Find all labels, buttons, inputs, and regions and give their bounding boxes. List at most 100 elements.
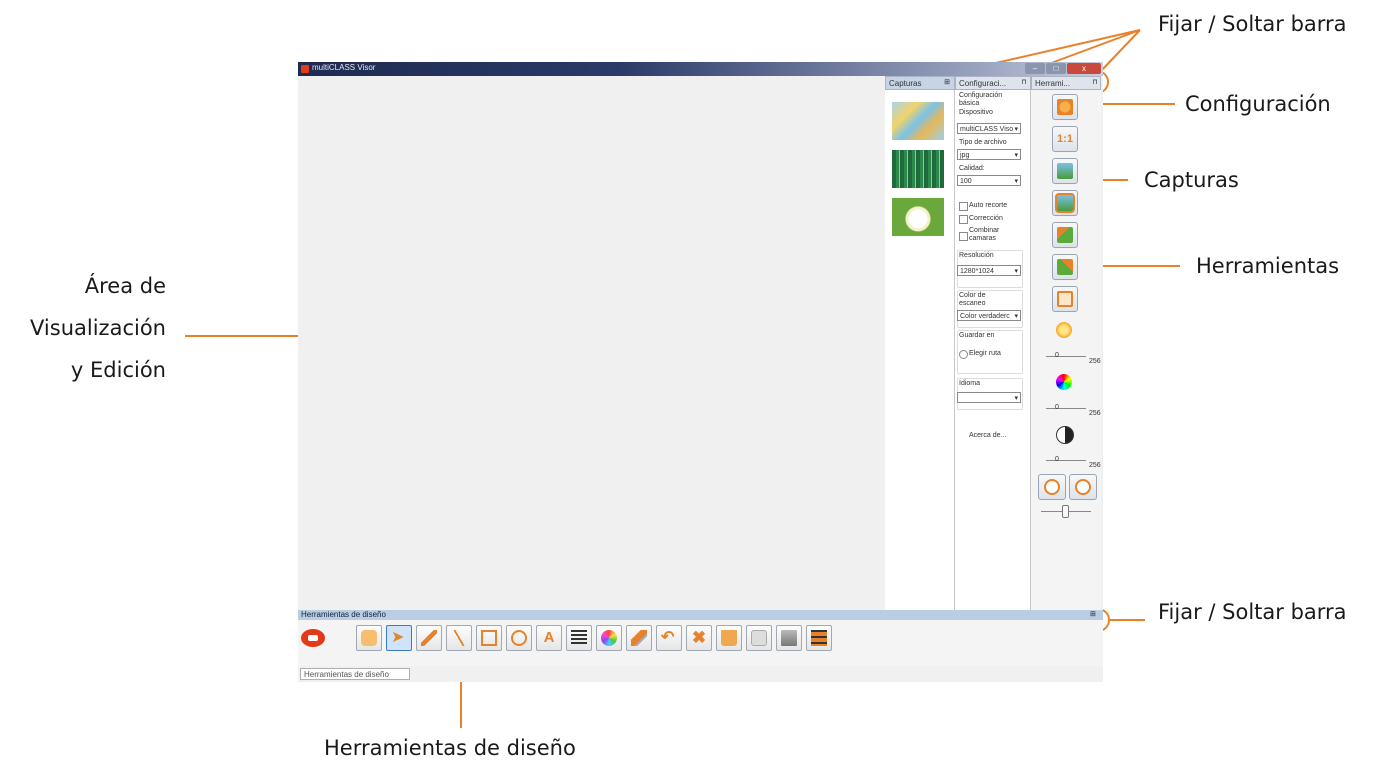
title-bar[interactable]: multiCLASS Visor – □ x — [298, 62, 1103, 76]
tab-capturas[interactable]: Capturas ⊞ — [885, 76, 955, 90]
zoom-in-button[interactable] — [1069, 474, 1097, 500]
quality-select[interactable]: 100 — [957, 175, 1021, 187]
line-tool-button[interactable] — [446, 625, 472, 651]
rotate-right-icon — [1057, 259, 1073, 275]
annotation-pin-bottom: Fijar / Soltar barra — [1158, 600, 1347, 624]
elegir-ruta-label: Elegir ruta — [969, 350, 1001, 357]
tools-panel: 1:1 0 256 0 256 0 256 — [1031, 90, 1101, 610]
contrast-slider[interactable] — [1046, 460, 1086, 461]
brightness-min: 0 — [1055, 352, 1059, 359]
zoom-in-icon — [1075, 479, 1091, 495]
design-tools-bar: Herramientas de diseño ⊞ — [298, 610, 1103, 620]
color-slider[interactable] — [1046, 408, 1086, 409]
tab-herramientas-label: Herrami... — [1035, 79, 1071, 88]
config-basic-line1: Configuración — [959, 92, 1003, 99]
tab-herramientas[interactable]: Herrami... ⊓ — [1031, 76, 1101, 90]
pin-icon[interactable]: ⊓ — [1090, 78, 1100, 88]
close-button[interactable]: x — [1067, 63, 1101, 74]
crop-button[interactable] — [1052, 286, 1078, 312]
annotation-area-line2: Visualización — [30, 316, 166, 340]
rotate-right-button[interactable] — [1052, 254, 1078, 280]
delete-selection-button[interactable]: ✖ — [686, 625, 712, 651]
about-link[interactable]: Acerca de... — [969, 432, 1006, 439]
capture-button[interactable] — [1052, 94, 1078, 120]
ellipse-tool-button[interactable] — [506, 625, 532, 651]
rectangle-tool-button[interactable] — [476, 625, 502, 651]
capture-thumbnail[interactable] — [892, 150, 944, 188]
annotation-pin-top: Fijar / Soltar barra — [1158, 12, 1347, 36]
camera-icon — [1057, 99, 1073, 115]
color-min: 0 — [1055, 404, 1059, 411]
undo-icon: ↶ — [661, 629, 675, 646]
line-icon — [451, 630, 467, 646]
pencil-icon — [421, 630, 437, 646]
app-icon — [301, 65, 309, 73]
hand-tool-button[interactable] — [356, 625, 382, 651]
brightness-button[interactable] — [1052, 318, 1078, 344]
view-edit-area[interactable] — [300, 76, 886, 610]
auto-recorte-label: Auto recorte — [969, 202, 1008, 209]
device-select[interactable]: multiCLASS Viso — [957, 123, 1021, 135]
trash-icon — [721, 630, 737, 646]
pin-icon[interactable]: ⊓ — [1019, 78, 1029, 88]
palette-icon — [601, 630, 617, 646]
color-palette-button[interactable] — [596, 625, 622, 651]
pin-icon[interactable]: ⊞ — [1090, 610, 1096, 620]
one-to-one-icon: 1:1 — [1057, 133, 1073, 145]
pencil-tool-button[interactable] — [416, 625, 442, 651]
undo-button[interactable]: ↶ — [656, 625, 682, 651]
actual-size-button[interactable]: 1:1 — [1052, 126, 1078, 152]
text-a-icon: A — [543, 629, 555, 646]
video-button[interactable] — [806, 625, 832, 651]
quality-label: Calidad: — [959, 165, 985, 172]
language-select[interactable] — [957, 392, 1021, 404]
annotation-configuracion: Configuración — [1185, 92, 1331, 116]
save-label: Guardar en — [959, 332, 995, 339]
text-tool-button[interactable]: A — [536, 625, 562, 651]
rotate-left-button[interactable] — [1052, 222, 1078, 248]
combinar-checkbox[interactable] — [959, 232, 968, 241]
elegir-ruta-radio[interactable] — [959, 350, 968, 359]
expand-image-icon — [1057, 163, 1073, 179]
contrast-button[interactable] — [1052, 422, 1078, 448]
resolution-label: Resolución — [959, 252, 994, 259]
color-button[interactable] — [1052, 370, 1078, 396]
fit-screen-button[interactable] — [1052, 190, 1078, 216]
filetype-select[interactable]: jpg — [957, 149, 1021, 161]
language-label: Idioma — [959, 380, 981, 387]
tab-design-tools[interactable]: Herramientas de diseño — [300, 668, 410, 680]
line-width-button[interactable] — [566, 625, 592, 651]
contrast-min: 0 — [1055, 456, 1059, 463]
maximize-button[interactable]: □ — [1046, 63, 1066, 74]
screenshot-button[interactable] — [746, 625, 772, 651]
annotation-capturas: Capturas — [1144, 168, 1239, 192]
x-icon: ✖ — [691, 628, 707, 647]
zoom-out-button[interactable] — [1038, 474, 1066, 500]
multiclass-logo — [301, 629, 325, 647]
app-window: multiCLASS Visor – □ x Capturas ⊞ Config… — [298, 62, 1103, 682]
pin-icon[interactable]: ⊞ — [942, 78, 952, 88]
select-tool-button[interactable]: ➤ — [386, 625, 412, 651]
auto-recorte-checkbox[interactable] — [959, 202, 968, 211]
capture-thumbnail[interactable] — [892, 102, 944, 140]
design-tools-tab-label: Herramientas de diseño — [304, 670, 389, 679]
color-select[interactable]: Color verdaderc — [957, 310, 1021, 322]
crop-icon — [1057, 291, 1073, 307]
design-tools-title: Herramientas de diseño — [301, 610, 386, 619]
clear-all-button[interactable] — [716, 625, 742, 651]
layers-button[interactable] — [776, 625, 802, 651]
minimize-button[interactable]: – — [1025, 63, 1045, 74]
ellipse-icon — [511, 630, 527, 646]
zoom-slider-thumb[interactable] — [1062, 505, 1069, 518]
eraser-tool-button[interactable] — [626, 625, 652, 651]
combinar-label-line1: Combinar — [969, 227, 1000, 234]
combinar-label-line2: camaras — [969, 235, 996, 242]
tab-configuracion[interactable]: Configuraci... ⊓ — [955, 76, 1031, 90]
capture-thumbnail[interactable] — [892, 198, 944, 236]
eraser-icon — [631, 630, 647, 646]
brightness-slider[interactable] — [1046, 356, 1086, 357]
resolution-select[interactable]: 1280*1024 — [957, 265, 1021, 277]
arrow-cursor-icon: ➤ — [391, 629, 405, 646]
correccion-checkbox[interactable] — [959, 215, 968, 224]
fit-window-button[interactable] — [1052, 158, 1078, 184]
